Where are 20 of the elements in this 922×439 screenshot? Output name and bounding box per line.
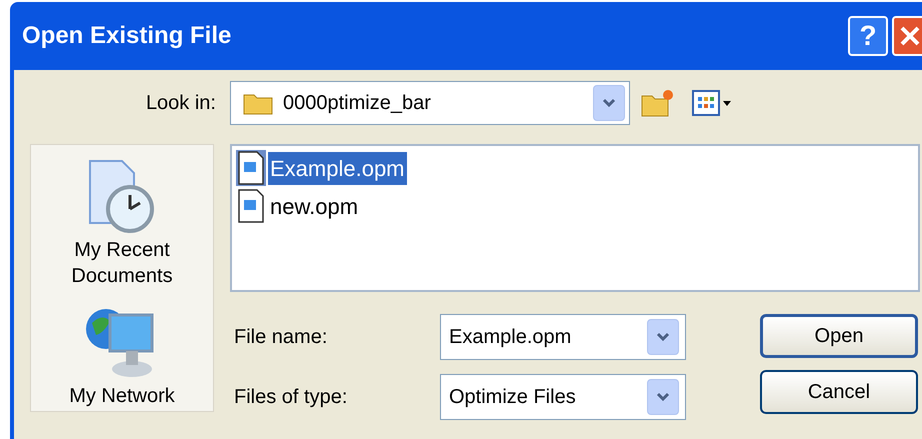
file-name-field[interactable]: Example.opm bbox=[440, 314, 686, 360]
open-button[interactable]: Open bbox=[760, 314, 918, 358]
place-item[interactable]: My Network bbox=[47, 383, 197, 409]
view-menu-icon[interactable] bbox=[692, 89, 734, 117]
place-item[interactable]: My Recent Documents bbox=[47, 237, 197, 289]
file-name-label: File name: bbox=[234, 325, 328, 350]
file-type-label: Files of type: bbox=[234, 385, 348, 410]
new-folder-icon[interactable] bbox=[640, 88, 674, 118]
file-item[interactable]: new.opm bbox=[268, 190, 360, 222]
window-title: Open Existing File bbox=[22, 21, 232, 51]
file-item[interactable]: Example.opm bbox=[268, 152, 407, 184]
file-icon bbox=[236, 188, 266, 224]
look-in-label: Look in: bbox=[144, 91, 217, 116]
close-icon bbox=[899, 25, 921, 47]
file-type-dropdown[interactable]: Optimize Files bbox=[440, 374, 686, 420]
close-button[interactable] bbox=[892, 16, 922, 56]
look-in-dropdown[interactable]: 0000ptimize_bar bbox=[230, 81, 630, 125]
help-button[interactable]: ? bbox=[848, 16, 888, 56]
file-icon bbox=[236, 150, 266, 186]
cancel-button[interactable]: Cancel bbox=[760, 370, 918, 414]
